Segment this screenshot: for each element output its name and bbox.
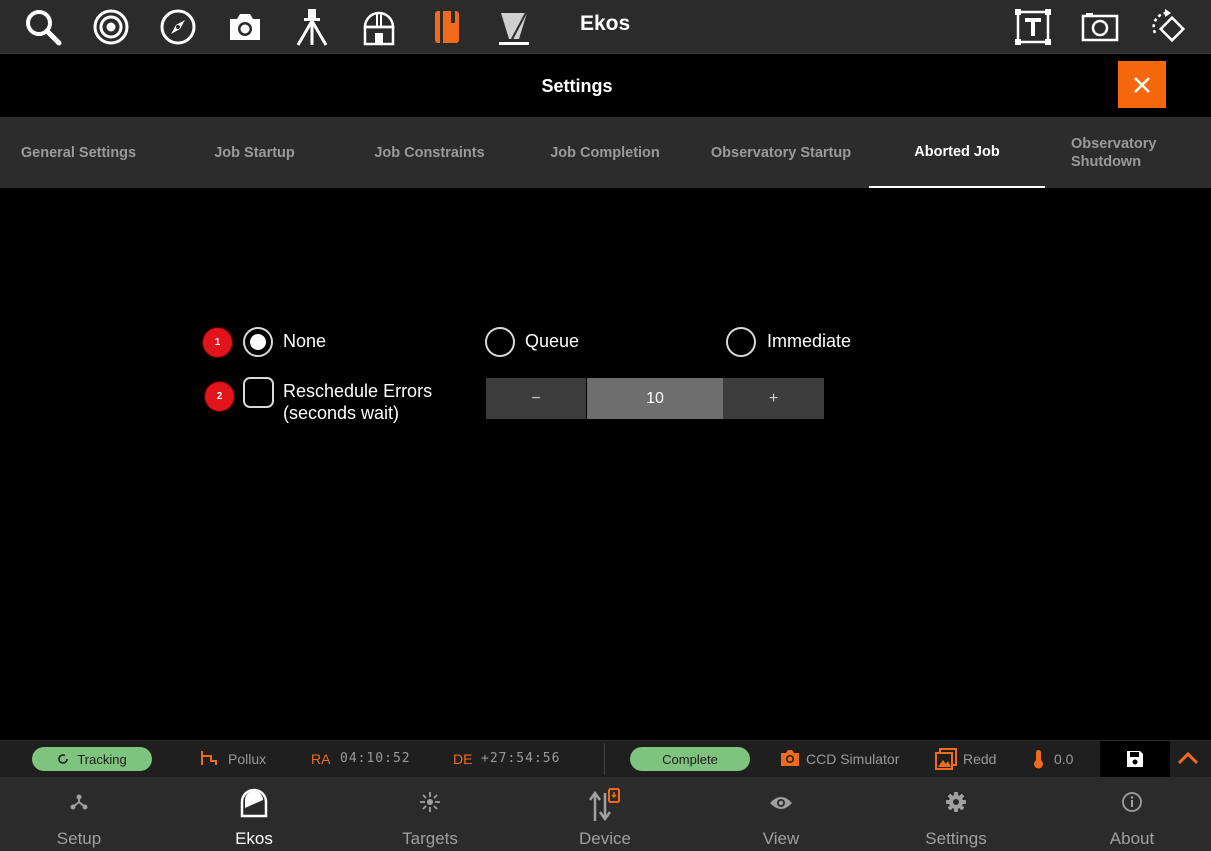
tracking-status-badge[interactable]: Tracking: [32, 747, 152, 771]
tab-job-completion[interactable]: Job Completion: [517, 117, 693, 188]
ra-value: 04:10:52: [340, 751, 411, 766]
de-label: DE: [453, 751, 473, 767]
step-badge-1: 1: [203, 328, 232, 357]
stepper-increment-button[interactable]: +: [723, 378, 824, 419]
setup-icon: [70, 794, 88, 810]
targets-icon: [420, 792, 440, 812]
save-icon: [1127, 751, 1143, 767]
status-bar: Tracking Pollux RA 04:10:52 DE +27:54:56…: [0, 740, 1211, 777]
save-button[interactable]: [1100, 741, 1170, 777]
mount-icon: [201, 751, 217, 765]
top-toolbar: Ekos: [0, 0, 1211, 54]
bottom-nav: Setup Ekos Targets Device View Settings: [0, 777, 1211, 851]
nav-item-targets[interactable]: Targets: [342, 777, 518, 851]
temperature-value: 0.0: [1054, 751, 1074, 767]
capture-status-badge[interactable]: Complete: [630, 747, 750, 771]
step-badge-2: 2: [205, 382, 234, 411]
nav-item-view[interactable]: View: [693, 777, 869, 851]
radio-immediate-label: Immediate: [767, 331, 852, 351]
text-frame-icon[interactable]: [1011, 5, 1055, 49]
camera-name: CCD Simulator: [806, 751, 900, 767]
nav-item-device[interactable]: Device: [517, 777, 693, 851]
tab-aborted-job[interactable]: Aborted Job: [869, 117, 1045, 188]
nav-item-ekos[interactable]: Ekos: [166, 777, 342, 851]
rotate-icon[interactable]: [1145, 5, 1189, 49]
close-icon: [1134, 76, 1150, 93]
capture-frame-icon[interactable]: [1078, 5, 1122, 49]
search-icon[interactable]: [21, 5, 65, 49]
settings-title: Settings: [541, 76, 613, 96]
chevron-up-icon[interactable]: [1177, 750, 1199, 766]
target-name: Pollux: [228, 751, 267, 767]
observatory-icon[interactable]: [357, 5, 401, 49]
radio-immediate[interactable]: [726, 327, 756, 357]
radio-none[interactable]: [243, 327, 273, 357]
filter-name: Redd: [963, 751, 997, 767]
reschedule-errors-checkbox[interactable]: [243, 377, 274, 408]
compass-icon[interactable]: [156, 5, 200, 49]
settings-tabs: General Settings Job Startup Job Constra…: [0, 117, 1211, 188]
scheduler-icon[interactable]: [425, 5, 469, 49]
nav-item-about[interactable]: About: [1044, 777, 1211, 851]
close-button[interactable]: [1118, 61, 1166, 108]
tab-observatory-startup[interactable]: Observatory Startup: [693, 117, 869, 188]
nav-item-setup[interactable]: Setup: [0, 777, 167, 851]
app-title: Ekos: [580, 12, 631, 35]
info-icon: [1122, 792, 1142, 812]
tab-job-startup[interactable]: Job Startup: [167, 117, 342, 188]
device-icon: [588, 788, 620, 822]
stepper-decrement-button[interactable]: −: [486, 378, 586, 419]
gear-icon: [946, 792, 966, 812]
camera-icon[interactable]: [223, 5, 267, 49]
tripod-icon[interactable]: [290, 5, 334, 49]
radio-queue-label: Queue: [525, 331, 580, 351]
ccd-camera-icon: [781, 750, 799, 766]
ekos-dome-icon: [240, 788, 268, 818]
flat-field-icon[interactable]: [492, 5, 536, 49]
target-icon[interactable]: [89, 5, 133, 49]
tab-job-constraints[interactable]: Job Constraints: [342, 117, 517, 188]
ra-label: RA: [311, 751, 331, 767]
status-divider: [604, 743, 605, 775]
tab-general-settings[interactable]: General Settings: [0, 117, 157, 188]
nav-item-settings[interactable]: Settings: [868, 777, 1044, 851]
refresh-icon: [58, 754, 69, 764]
stepper-value-input[interactable]: 10: [587, 378, 723, 419]
radio-queue[interactable]: [485, 327, 515, 357]
settings-header: Settings: [0, 55, 1211, 117]
filter-icon: [935, 748, 957, 770]
tab-observatory-shutdown[interactable]: Observatory Shutdown: [1071, 117, 1188, 188]
thermometer-icon: [1034, 750, 1043, 769]
radio-none-label: None: [283, 331, 327, 351]
reschedule-errors-label: Reschedule Errors (seconds wait): [283, 381, 433, 423]
de-value: +27:54:56: [481, 751, 561, 766]
eye-icon: [770, 797, 792, 809]
